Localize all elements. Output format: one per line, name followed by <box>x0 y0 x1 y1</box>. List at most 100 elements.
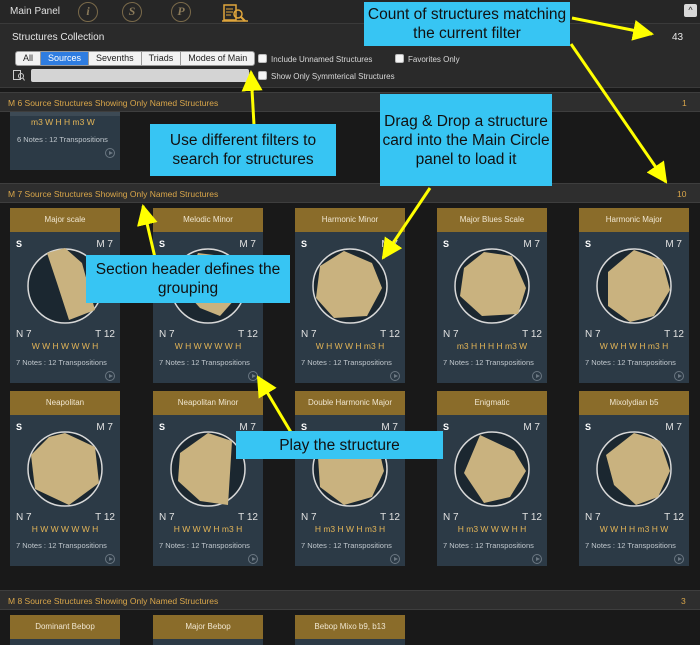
play-icon[interactable] <box>390 554 400 564</box>
play-icon[interactable] <box>674 371 684 381</box>
play-icon[interactable] <box>105 148 115 158</box>
search-document-icon[interactable] <box>222 3 248 22</box>
section-header-m8: M 8 Source Structures Showing Only Named… <box>0 590 700 610</box>
structure-circle <box>596 431 672 507</box>
play-icon[interactable] <box>105 554 115 564</box>
collection-title: Structures Collection <box>12 32 105 43</box>
structure-circle <box>170 431 246 507</box>
card-transpositions: T 12 <box>380 512 400 523</box>
section-count: 10 <box>677 189 687 199</box>
play-icon[interactable] <box>105 371 115 381</box>
structure-circle <box>596 248 672 324</box>
play-icon[interactable] <box>532 371 542 381</box>
play-icon[interactable] <box>248 371 258 381</box>
callout-count-text: Count of structures matching the current… <box>367 6 567 42</box>
callout-drag-text: Drag & Drop a structure card into the Ma… <box>382 112 550 168</box>
card-transpositions: T 12 <box>238 512 258 523</box>
s-icon[interactable]: S <box>122 2 142 22</box>
card-title: Enigmatic <box>437 391 547 415</box>
callout-play-text: Play the structure <box>279 436 400 454</box>
symmetry-badge: S <box>443 422 450 432</box>
card-title: Mixolydian b5 <box>579 391 689 415</box>
card-notes-count: N 7 <box>301 512 317 523</box>
filter-bar: Structures Collection 43 All Sources Sev… <box>0 24 700 88</box>
card-notes-count: N 7 <box>159 329 175 340</box>
symmetry-badge: S <box>159 422 166 432</box>
callout-filters: Use different filters to search for stru… <box>150 124 336 176</box>
panel-title: Main Panel <box>10 6 61 17</box>
card-notes-count: N 7 <box>159 512 175 523</box>
card-title: Major Bebop <box>153 615 263 639</box>
play-icon[interactable] <box>532 554 542 564</box>
card-notes-count: N 7 <box>585 512 601 523</box>
symmetry-badge: S <box>301 239 308 249</box>
structure-card-bebop-mixo[interactable]: Bebop Mixo b9, b13 <box>295 615 405 645</box>
callout-section-header: Section header defines the grouping <box>86 255 290 303</box>
symmetry-badge: S <box>585 422 592 432</box>
play-icon[interactable] <box>248 554 258 564</box>
card-title: Neapolitan <box>10 391 120 415</box>
structure-card[interactable]: Neapolitan S M 7N 7T 12 H W W W W W H7 Note… <box>10 391 120 566</box>
card-pattern: W H W W W W H <box>174 341 242 351</box>
include-unnamed-label: Include Unnamed Structures <box>271 55 373 64</box>
card-title: Major scale <box>10 208 120 232</box>
tab-sevenths[interactable]: Sevenths <box>89 52 142 65</box>
structure-circle <box>454 248 530 324</box>
structure-card-major-bebop[interactable]: Major Bebop <box>153 615 263 645</box>
card-transpositions: T 12 <box>522 512 542 523</box>
card-transpositions: T 12 <box>522 329 542 340</box>
card-transpositions: T 12 <box>95 512 115 523</box>
structure-card[interactable]: Harmonic Minor S M 7N 7T 12 W H W W H m3 H7… <box>295 208 405 383</box>
structure-card[interactable]: Harmonic Major S M 7N 7T 12 W W H W H m3 H7… <box>579 208 689 383</box>
filter-segmented-control: All Sources Sevenths Triads Modes of Mai… <box>15 51 256 66</box>
card-pattern: W W H H m3 H W <box>599 524 669 534</box>
symmetry-badge: S <box>16 422 23 432</box>
collapse-button[interactable]: ^ <box>684 4 697 17</box>
card-notes-count: N 7 <box>301 329 317 340</box>
app-window: Main Panel i S P ^ Structures Collection… <box>0 0 700 645</box>
callout-filters-text: Use different filters to search for stru… <box>169 132 317 168</box>
card-pattern: H W W W W W H <box>31 524 99 534</box>
favorites-only-checkbox[interactable]: Favorites Only <box>395 54 460 65</box>
symmetrical-only-checkbox[interactable]: Show Only Symmterical Structures <box>258 71 395 82</box>
card-pattern: W W H W W W H <box>31 341 99 351</box>
structure-card[interactable]: Double Harmonic Major S M 7N 7T 12 H m3 H W… <box>295 391 405 566</box>
section-count: 1 <box>682 98 687 108</box>
search-input[interactable] <box>31 69 249 82</box>
play-icon[interactable] <box>674 554 684 564</box>
card-top-edge <box>10 112 120 116</box>
structure-card[interactable]: Neapolitan Minor S M 7N 7T 12 H W W W H m3 … <box>153 391 263 566</box>
card-pattern: m3 H H H H m3 W <box>456 341 528 351</box>
structure-card-dominant-bebop[interactable]: Dominant Bebop <box>10 615 120 645</box>
symmetry-badge: S <box>585 239 592 249</box>
section-header-m7: M 7 Source Structures Showing Only Named… <box>0 183 700 203</box>
card-transpositions: T 12 <box>95 329 115 340</box>
symmetry-badge: S <box>159 239 166 249</box>
callout-drag-drop: Drag & Drop a structure card into the Ma… <box>380 94 552 186</box>
include-unnamed-checkbox[interactable]: Include Unnamed Structures <box>258 54 372 65</box>
structure-card[interactable]: Major Blues Scale S M 7N 7T 12 m3 H H H H m… <box>437 208 547 383</box>
card-notes: 7 Notes : 12 Transpositions <box>159 541 250 550</box>
p-icon[interactable]: P <box>171 2 191 22</box>
card-title: Dominant Bebop <box>10 615 120 639</box>
tab-triads[interactable]: Triads <box>142 52 182 65</box>
card-pattern: W W H W H m3 H <box>599 341 669 351</box>
card-notes: 7 Notes : 12 Transpositions <box>585 541 676 550</box>
card-pattern: m3 W H H m3 W <box>31 117 95 127</box>
structure-card[interactable]: Mixolydian b5 S M 7N 7T 12 W W H H m3 H W7 … <box>579 391 689 566</box>
tab-sources[interactable]: Sources <box>41 52 90 65</box>
card-notes: 7 Notes : 12 Transpositions <box>301 358 392 367</box>
tab-all[interactable]: All <box>16 52 42 65</box>
card-pattern: W H W W H m3 H <box>315 341 385 351</box>
play-icon[interactable] <box>390 371 400 381</box>
main-panel-toolbar: Main Panel i S P ^ <box>0 0 700 24</box>
card-title: Melodic Minor <box>153 208 263 232</box>
tab-modes-of-main[interactable]: Modes of Main <box>181 52 254 65</box>
info-icon[interactable]: i <box>78 2 98 22</box>
callout-count: Count of structures matching the current… <box>364 2 570 46</box>
section-header-m6: M 6 Source Structures Showing Only Named… <box>0 92 700 112</box>
card-transpositions: T 12 <box>238 329 258 340</box>
structure-card-partial[interactable]: m3 W H H m3 W 6 Notes : 12 Transposition… <box>10 112 120 170</box>
structure-card[interactable]: Enigmatic S M 7N 7T 12 H m3 W W W H H7 Note… <box>437 391 547 566</box>
card-notes-count: N 7 <box>443 329 459 340</box>
